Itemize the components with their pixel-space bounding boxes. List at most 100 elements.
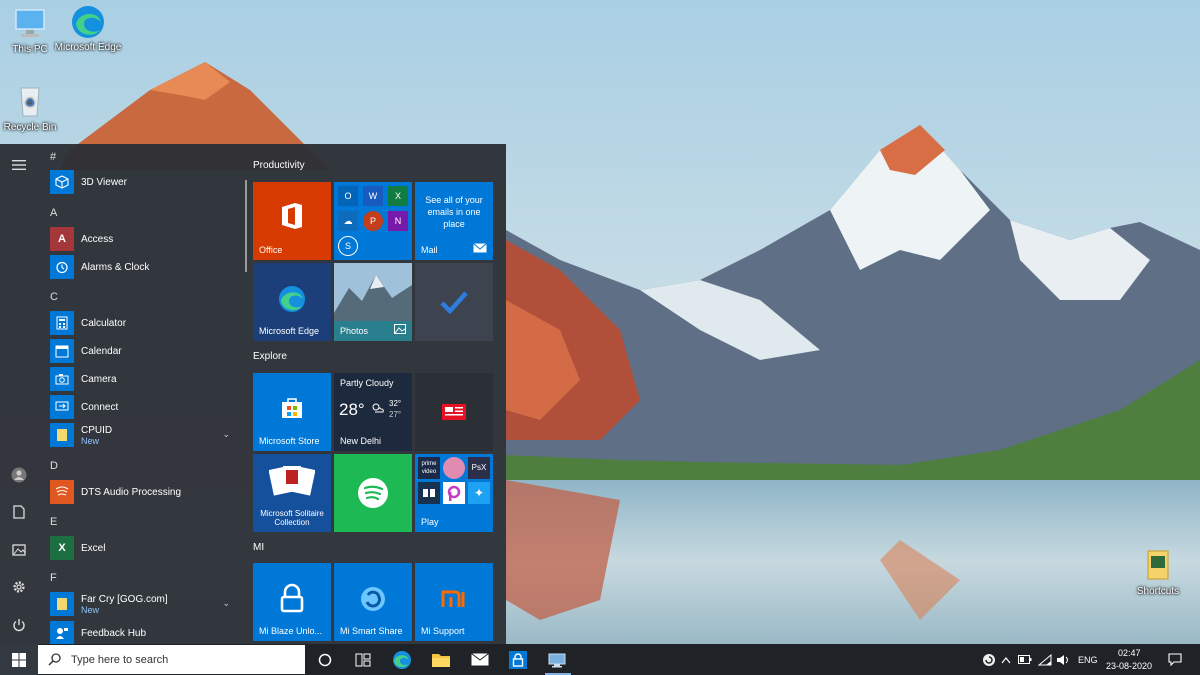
feedback-icon	[50, 621, 74, 644]
group-header-d[interactable]: D	[50, 460, 58, 472]
group-header-e[interactable]: E	[50, 516, 57, 528]
language-indicator[interactable]: ENG	[1078, 655, 1098, 665]
tile-mi-blaze-unlock[interactable]: Mi Blaze Unlo...	[253, 563, 331, 641]
show-hidden-icons-button[interactable]	[998, 644, 1014, 675]
computer-icon	[12, 6, 48, 40]
taskbar-snipping-app[interactable]	[537, 644, 577, 675]
desktop-icon-label: Shortcuts	[1136, 586, 1180, 597]
desktop-icon-edge[interactable]: Microsoft Edge	[50, 4, 126, 54]
user-icon	[11, 467, 27, 483]
lock-icon	[280, 583, 304, 613]
wifi-button[interactable]	[1036, 644, 1054, 675]
gear-icon	[13, 581, 25, 593]
taskbar-mail[interactable]	[460, 644, 500, 675]
cortana-button[interactable]	[305, 644, 345, 675]
tile-mi-support[interactable]: Mi Support	[415, 563, 493, 641]
tile-mi-smart-share[interactable]: Mi Smart Share	[334, 563, 412, 641]
group-header-hash[interactable]: #	[50, 151, 56, 163]
tray-app-button[interactable]	[980, 644, 998, 675]
app-item-calendar[interactable]: Calendar	[50, 338, 240, 364]
tile-weather[interactable]: Partly Cloudy 28° 32° 27° New Delhi	[334, 373, 412, 451]
app-item-camera[interactable]: Camera	[50, 366, 240, 392]
task-view-button[interactable]	[343, 644, 383, 675]
tile-group-mi[interactable]: MI	[253, 542, 264, 553]
photos-icon	[394, 324, 406, 334]
avatar-app-icon	[443, 457, 465, 479]
taskbar-file-explorer[interactable]	[421, 644, 461, 675]
tile-label: Mi Support	[421, 626, 465, 636]
documents-button[interactable]	[6, 499, 32, 525]
expand-menu-button[interactable]	[6, 152, 32, 178]
calendar-icon	[50, 339, 74, 363]
hamburger-icon	[12, 160, 26, 170]
app-label: Connect	[81, 401, 119, 413]
app-item-3d-viewer[interactable]: 3D Viewer	[50, 169, 240, 195]
weather-low: 27°	[389, 410, 402, 419]
tile-news[interactable]	[415, 373, 493, 451]
task-view-icon	[355, 653, 371, 666]
access-icon: A	[50, 227, 74, 251]
clock-date[interactable]: 23-08-2020	[1106, 661, 1152, 671]
app-item-feedback-hub[interactable]: Feedback Hub	[50, 620, 240, 644]
power-button[interactable]	[6, 612, 32, 638]
tile-label: Microsoft Edge	[259, 326, 320, 336]
tile-label: Mi Smart Share	[340, 626, 403, 636]
app-list-scrollbar[interactable]	[245, 180, 247, 272]
start-rail	[0, 144, 38, 644]
start-button[interactable]	[0, 644, 38, 675]
battery-icon	[1018, 655, 1032, 664]
tile-office-apps-folder[interactable]: O W X ☁ P N S	[334, 182, 412, 260]
clock-time[interactable]: 02:47	[1118, 648, 1141, 658]
photoshop-express-icon: PsX	[468, 457, 490, 479]
battery-button[interactable]	[1016, 644, 1034, 675]
monitor-app-icon	[548, 653, 566, 667]
tile-microsoft-edge[interactable]: Microsoft Edge	[253, 263, 331, 341]
outlook-icon: O	[338, 186, 358, 206]
settings-button[interactable]	[6, 574, 32, 600]
taskbar-mi-blaze-unlock[interactable]	[498, 644, 538, 675]
action-center-button[interactable]	[1160, 644, 1190, 675]
tile-microsoft-store[interactable]: Microsoft Store	[253, 373, 331, 451]
taskbar-search-box[interactable]: Type here to search	[38, 645, 305, 674]
app-item-excel[interactable]: X Excel	[50, 535, 240, 561]
tile-photos[interactable]: Photos	[334, 263, 412, 341]
prime-video-icon: prime video	[418, 457, 440, 479]
app-item-calculator[interactable]: Calculator	[50, 310, 240, 336]
dolby-icon	[418, 482, 440, 504]
chevron-down-icon: ⌄	[222, 429, 230, 439]
group-header-a[interactable]: A	[50, 207, 57, 219]
app-item-dts-audio[interactable]: DTS Audio Processing	[50, 479, 240, 505]
app-tray-icon	[983, 653, 995, 666]
app-folder-cpuid[interactable]: CPUID New ⌄	[50, 422, 240, 448]
tile-office[interactable]: Office	[253, 182, 331, 260]
desktop-icon-recycle-bin[interactable]: ♻ Recycle Bin	[0, 84, 68, 134]
tile-label: Mi Blaze Unlo...	[259, 626, 323, 636]
tile-play-folder[interactable]: prime video PsX ✦ Play	[415, 454, 493, 532]
tile-group-explore[interactable]: Explore	[253, 351, 287, 362]
app-folder-far-cry[interactable]: Far Cry [GOG.com] New ⌄	[50, 591, 240, 617]
user-account-button[interactable]	[6, 462, 32, 488]
tile-todo[interactable]	[415, 263, 493, 341]
tile-spotify[interactable]	[334, 454, 412, 532]
app-item-alarms-clock[interactable]: Alarms & Clock	[50, 254, 240, 280]
volume-button[interactable]	[1054, 644, 1072, 675]
skype-icon: S	[338, 236, 358, 256]
group-header-c[interactable]: C	[50, 291, 58, 303]
app-item-connect[interactable]: Connect	[50, 394, 240, 420]
pictures-button[interactable]	[6, 537, 32, 563]
svg-text:♻: ♻	[26, 98, 35, 109]
taskbar-edge[interactable]	[382, 644, 422, 675]
group-header-f[interactable]: F	[50, 572, 57, 584]
app-item-access[interactable]: A Access	[50, 226, 240, 252]
app-label: CPUID	[81, 424, 113, 436]
onedrive-icon: ☁	[338, 211, 358, 231]
tile-solitaire[interactable]: Microsoft Solitaire Collection	[253, 454, 331, 532]
tile-group-productivity[interactable]: Productivity	[253, 160, 305, 171]
camera-icon	[50, 367, 74, 391]
tile-mail[interactable]: See all of your emails in one place Mail	[415, 182, 493, 260]
mail-tile-text: See all of your emails in one place	[425, 195, 483, 229]
start-menu: # 3D Viewer A A Access Alarms & Clock C	[0, 144, 506, 644]
app-list[interactable]: # 3D Viewer A A Access Alarms & Clock C	[38, 144, 248, 644]
excel-icon: X	[50, 536, 74, 560]
desktop-icon-shortcuts[interactable]: Shortcuts	[1120, 548, 1196, 598]
